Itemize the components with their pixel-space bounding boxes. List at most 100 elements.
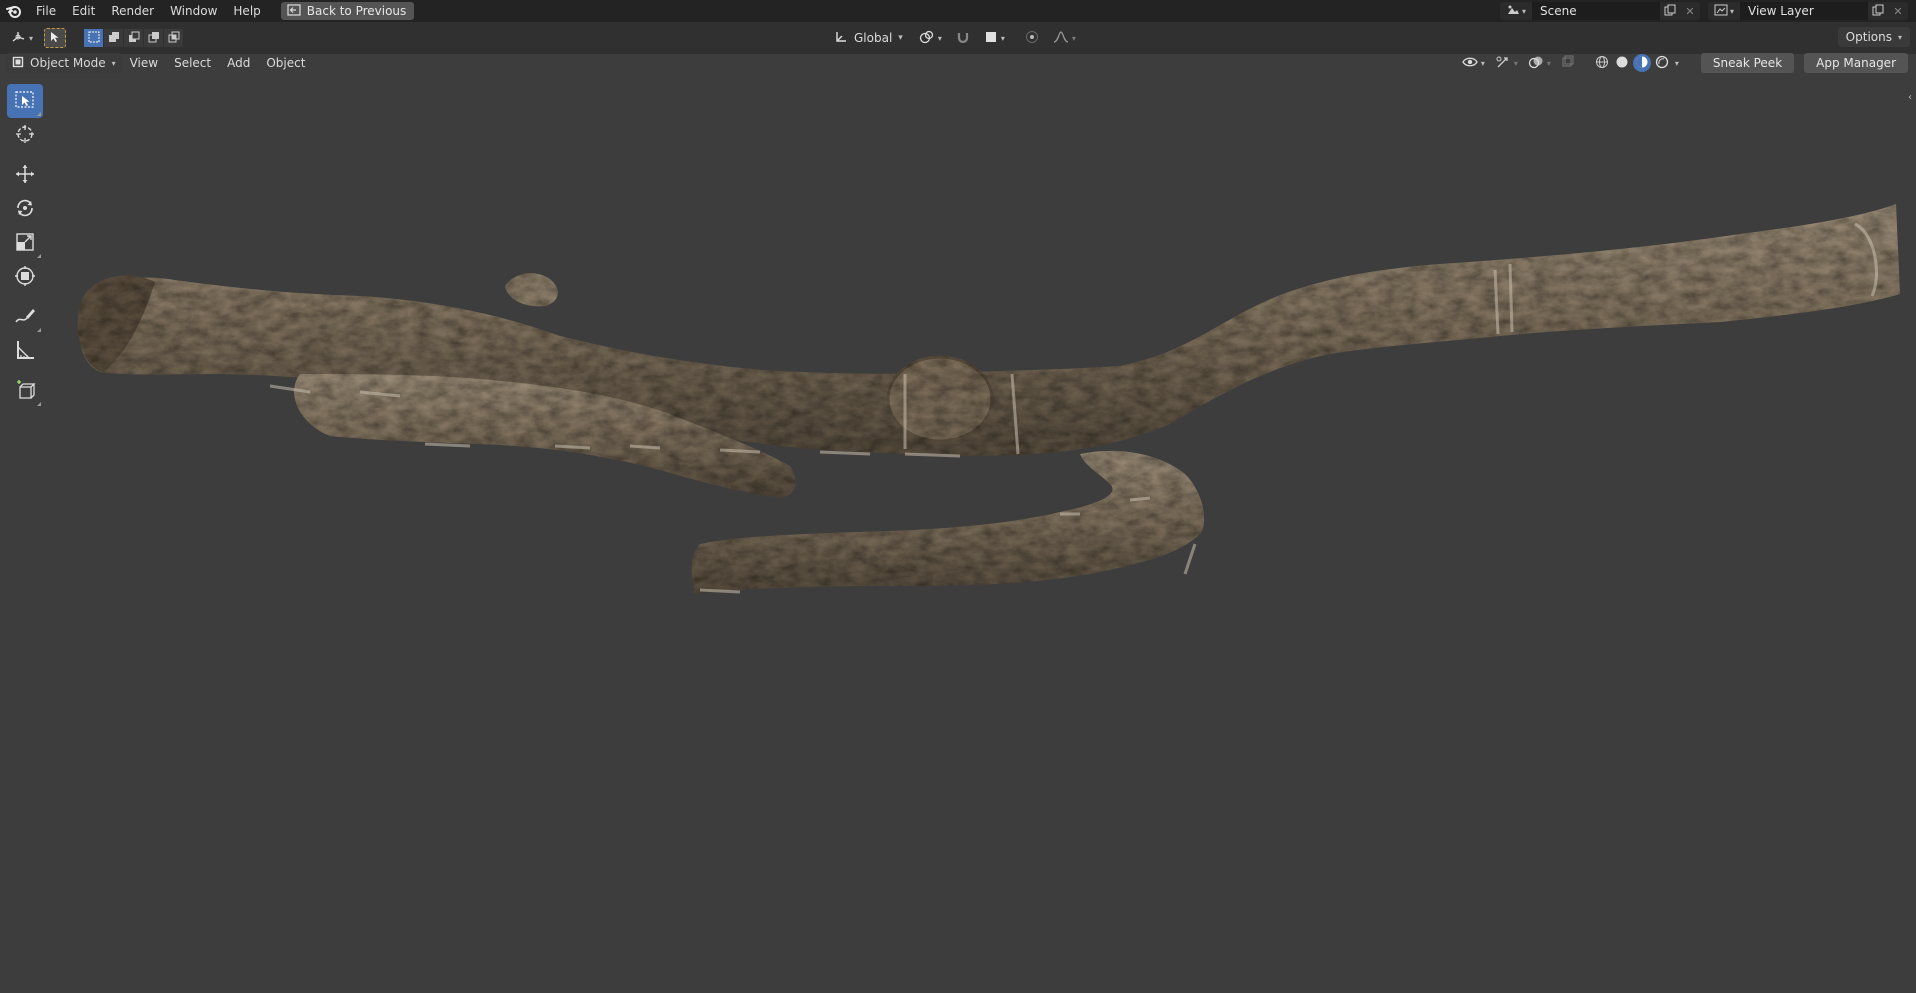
chevron-down-icon[interactable]: ▾ bbox=[1675, 59, 1679, 68]
sneak-peek-button[interactable]: Sneak Peek bbox=[1700, 53, 1795, 73]
snap-increment-icon bbox=[984, 30, 998, 47]
new-scene-button[interactable] bbox=[1660, 2, 1680, 20]
magnet-icon bbox=[956, 30, 970, 47]
chevron-down-icon: ▾ bbox=[1521, 6, 1526, 16]
transform-orientation-dropdown[interactable]: Global ▾ bbox=[828, 27, 909, 49]
chevron-down-icon: ▾ bbox=[1513, 58, 1518, 68]
workspace-selectors: ▾ Scene ✕ ▾ View Layer ✕ bbox=[1500, 0, 1916, 22]
menu-help[interactable]: Help bbox=[225, 0, 268, 22]
interaction-mode-dropdown[interactable]: Object Mode ▾ bbox=[6, 53, 122, 73]
active-tool-button[interactable] bbox=[44, 28, 66, 48]
chevron-down-icon: ▾ bbox=[1546, 58, 1551, 68]
select-intersect-icon bbox=[168, 31, 180, 46]
mode-subtract-button[interactable] bbox=[124, 29, 143, 47]
mode-difference-button[interactable] bbox=[144, 29, 163, 47]
tool-header: ▾ Global ▾ ▾ ▾ ▾ Options ▾ bbox=[0, 22, 1916, 54]
shading-solid-button[interactable] bbox=[1613, 54, 1631, 72]
chevron-down-icon: ▾ bbox=[1071, 33, 1076, 43]
chevron-down-icon: ▾ bbox=[1000, 33, 1005, 43]
viewport-menu-select[interactable]: Select bbox=[166, 53, 219, 73]
falloff-curve-icon bbox=[1053, 30, 1069, 47]
back-to-previous-button[interactable]: Back to Previous bbox=[280, 2, 415, 20]
mode-intersect-button[interactable] bbox=[164, 29, 183, 47]
chevron-down-icon: ▾ bbox=[1729, 6, 1734, 16]
pivot-point-dropdown[interactable]: ▾ bbox=[915, 27, 946, 49]
chevron-down-icon: ▾ bbox=[898, 33, 903, 43]
viewport-header-right: ▾ ▾ ▾ ▾ Sneak Peek App Manager bbox=[1458, 52, 1908, 74]
view-layer-browse-button[interactable]: ▾ bbox=[1708, 2, 1740, 20]
viewport-3d-canvas[interactable] bbox=[0, 74, 1916, 993]
view-layer-name-field[interactable]: View Layer bbox=[1740, 2, 1868, 20]
visibility-controls: ▾ ▾ ▾ bbox=[1458, 52, 1579, 74]
shading-material-button[interactable] bbox=[1632, 54, 1651, 72]
snap-toggle-button[interactable] bbox=[952, 27, 974, 49]
viewport-menu-view[interactable]: View bbox=[122, 53, 166, 73]
select-extend-icon bbox=[108, 31, 120, 46]
delete-scene-button[interactable]: ✕ bbox=[1680, 2, 1700, 20]
scene-selector: ▾ Scene ✕ bbox=[1500, 2, 1700, 20]
interaction-mode-label: Object Mode bbox=[30, 56, 106, 70]
viewport-menu-add[interactable]: Add bbox=[219, 53, 258, 73]
rendered-sphere-icon bbox=[1655, 55, 1669, 72]
back-arrow-icon bbox=[287, 3, 301, 19]
chevron-down-icon: ▾ bbox=[28, 33, 33, 43]
view-layer-icon bbox=[1714, 4, 1728, 19]
view-layer-selector: ▾ View Layer ✕ bbox=[1708, 2, 1908, 20]
xray-toggle-button[interactable] bbox=[1557, 52, 1579, 74]
scene-browse-button[interactable]: ▾ bbox=[1500, 2, 1532, 20]
solid-sphere-icon bbox=[1615, 55, 1629, 72]
snap-target-dropdown[interactable]: ▾ bbox=[980, 27, 1009, 49]
options-dropdown[interactable]: Options ▾ bbox=[1837, 27, 1910, 47]
eye-icon bbox=[1462, 56, 1478, 71]
duplicate-icon bbox=[1664, 4, 1676, 19]
shading-rendered-button[interactable] bbox=[1653, 54, 1671, 72]
branch-mesh[interactable] bbox=[77, 204, 1900, 594]
proportional-falloff-dropdown[interactable]: ▾ bbox=[1049, 27, 1080, 49]
blender-logo-icon[interactable] bbox=[0, 0, 28, 22]
tool-header-left: ▾ bbox=[6, 28, 183, 48]
app-manager-button[interactable]: App Manager bbox=[1804, 53, 1908, 73]
back-to-previous-label: Back to Previous bbox=[306, 4, 407, 18]
xray-icon bbox=[1561, 55, 1575, 72]
overlays-toggle-button[interactable]: ▾ bbox=[1524, 52, 1555, 74]
viewport-header: Object Mode ▾ View Select Add Object ▾ ▾ bbox=[0, 52, 1916, 74]
menu-window[interactable]: Window bbox=[162, 0, 225, 22]
close-icon: ✕ bbox=[1893, 4, 1903, 18]
select-difference-icon bbox=[148, 31, 160, 46]
proportional-editing-button[interactable] bbox=[1021, 27, 1043, 49]
chevron-down-icon: ▾ bbox=[1480, 58, 1485, 68]
pivot-point-icon bbox=[919, 30, 935, 47]
orientation-global-icon bbox=[834, 30, 848, 47]
shading-wireframe-button[interactable] bbox=[1593, 54, 1611, 72]
top-menu-bar: File Edit Render Window Help Back to Pre… bbox=[0, 0, 1916, 22]
3d-viewport-icon bbox=[11, 30, 27, 47]
object-mode-icon bbox=[12, 56, 24, 71]
cursor-arrow-icon bbox=[50, 31, 60, 46]
proportional-edit-icon bbox=[1025, 30, 1039, 47]
gizmo-icon bbox=[1495, 55, 1511, 72]
scene-icon bbox=[1506, 4, 1520, 19]
mode-extend-button[interactable] bbox=[104, 29, 123, 47]
chevron-down-icon: ▾ bbox=[937, 33, 942, 43]
editor-type-button[interactable]: ▾ bbox=[6, 28, 38, 48]
delete-view-layer-button[interactable]: ✕ bbox=[1888, 2, 1908, 20]
wireframe-sphere-icon bbox=[1595, 55, 1609, 72]
options-label: Options bbox=[1845, 30, 1892, 44]
transform-orientation-label: Global bbox=[854, 31, 893, 45]
selection-mode-buttons bbox=[84, 29, 183, 47]
overlay-icon bbox=[1528, 55, 1544, 72]
material-sphere-icon bbox=[1635, 55, 1649, 72]
close-icon: ✕ bbox=[1685, 4, 1695, 18]
chevron-down-icon: ▾ bbox=[1897, 32, 1902, 42]
tool-header-right: Options ▾ bbox=[1837, 27, 1910, 47]
selectability-visibility-dropdown[interactable]: ▾ bbox=[1458, 52, 1489, 74]
mode-set-button[interactable] bbox=[84, 29, 103, 47]
menu-render[interactable]: Render bbox=[103, 0, 162, 22]
scene-name-field[interactable]: Scene bbox=[1532, 2, 1660, 20]
gizmo-toggle-button[interactable]: ▾ bbox=[1491, 52, 1522, 74]
menu-edit[interactable]: Edit bbox=[64, 0, 103, 22]
new-view-layer-button[interactable] bbox=[1868, 2, 1888, 20]
menu-file[interactable]: File bbox=[28, 0, 64, 22]
duplicate-icon bbox=[1872, 4, 1884, 19]
viewport-menu-object[interactable]: Object bbox=[258, 53, 313, 73]
